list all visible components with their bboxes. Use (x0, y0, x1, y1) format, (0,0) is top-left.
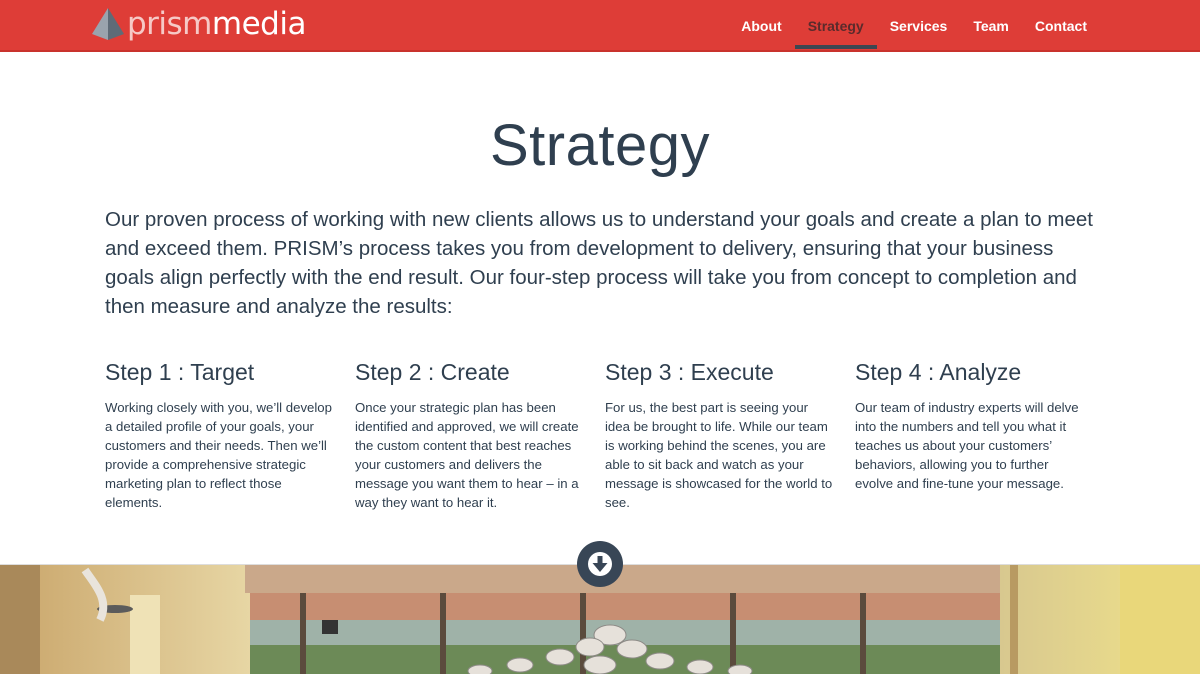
brand-name: prismmedia (127, 6, 306, 42)
brand-name-part-b: media (211, 6, 307, 42)
step-target: Step 1 : Target Working closely with you… (105, 356, 355, 512)
nav-item-strategy[interactable]: Strategy (794, 0, 877, 52)
intro-paragraph: Our proven process of working with new c… (105, 208, 1093, 318)
brand-logo[interactable]: prismmedia (91, 6, 306, 42)
step-description: For us, the best part is seeing your ide… (605, 400, 833, 510)
step-description: Working closely with you, we’ll develop … (105, 400, 332, 510)
nav-item-about[interactable]: About (728, 0, 794, 52)
top-navbar: prismmedia About Strategy Services Team … (0, 0, 1200, 52)
prism-pyramid-icon (92, 8, 124, 40)
nav-item-contact[interactable]: Contact (1022, 0, 1100, 52)
step-title: Step 1 : Target (105, 359, 255, 385)
page-title: Strategy (490, 113, 710, 178)
brand-name-part-a: prism (127, 6, 212, 42)
step-description: Our team of industry experts will delve … (855, 400, 1079, 491)
step-title: Step 2 : Create (355, 359, 510, 385)
arrow-down-circle-icon (588, 552, 612, 576)
step-title: Step 3 : Execute (605, 359, 774, 385)
step-title: Step 4 : Analyze (855, 359, 1022, 385)
steps-section: Step 1 : Target Working closely with you… (105, 356, 1105, 512)
scroll-down-button[interactable] (577, 541, 623, 587)
step-execute: Step 3 : Execute For us, the best part i… (605, 356, 855, 512)
nav-item-team[interactable]: Team (960, 0, 1022, 52)
step-description: Once your strategic plan has been identi… (355, 400, 579, 510)
step-analyze: Step 4 : Analyze Our team of industry ex… (855, 356, 1105, 512)
main-nav: About Strategy Services Team Contact (728, 0, 1100, 52)
nav-item-services[interactable]: Services (877, 0, 961, 52)
step-create: Step 2 : Create Once your strategic plan… (355, 356, 605, 512)
